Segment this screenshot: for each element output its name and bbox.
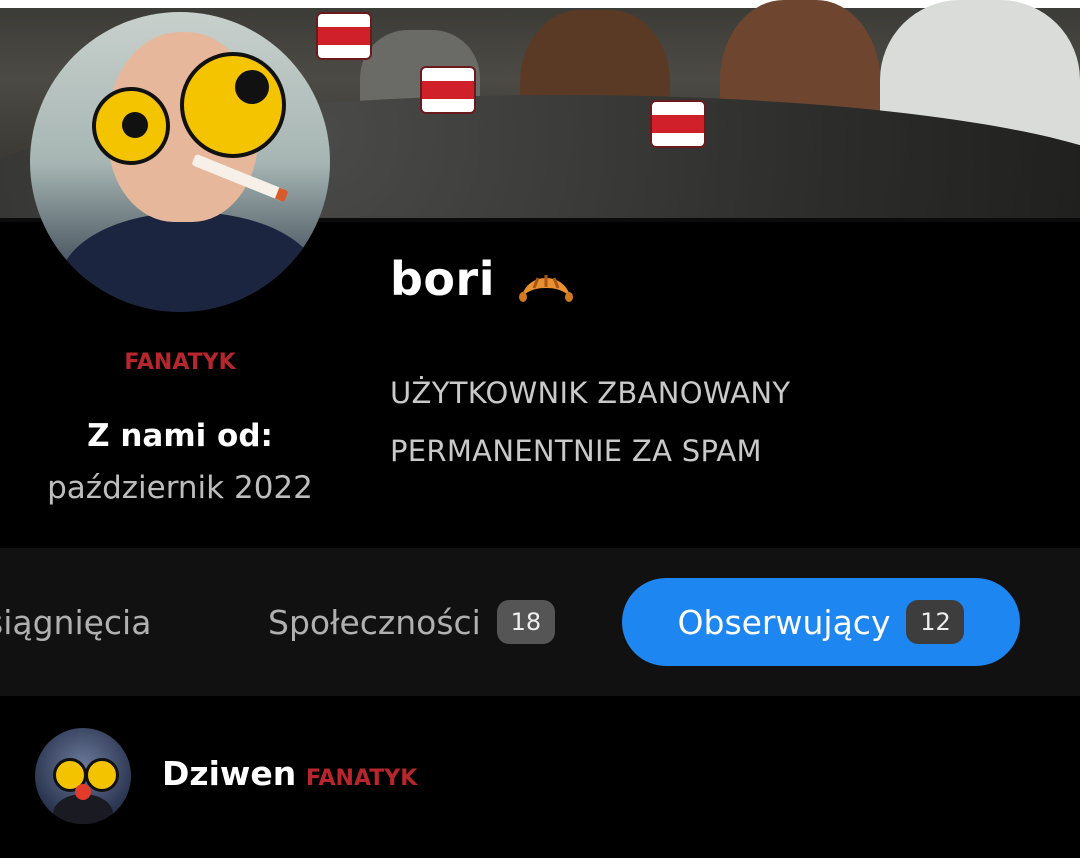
list-item[interactable]: Dziwen FANATYK bbox=[0, 720, 1080, 830]
follower-rank: FANATYK bbox=[306, 766, 418, 791]
cake-sticker bbox=[316, 12, 372, 60]
tab-label: siągnięcia bbox=[0, 602, 152, 642]
croissant-icon bbox=[519, 275, 573, 302]
avatar-eye-right bbox=[180, 52, 286, 158]
avatar[interactable] bbox=[35, 728, 131, 824]
follower-name[interactable]: Dziwen bbox=[162, 754, 296, 793]
cake-sticker bbox=[420, 66, 476, 114]
bio-line: PERMANENTNIE ZA SPAM bbox=[390, 434, 762, 468]
avatar-shirt bbox=[60, 212, 320, 312]
member-since-label: Z nami od: bbox=[87, 418, 273, 454]
avatar-eye-right bbox=[85, 758, 119, 792]
profile-bio: UŻYTKOWNIK ZBANOWANY PERMANENTNIE ZA SPA… bbox=[390, 364, 1030, 480]
profile-rank: FANATYK bbox=[124, 350, 236, 375]
profile-tabs: siągnięcia Społeczności 18 Obserwujący 1… bbox=[0, 548, 1080, 696]
tab-communities[interactable]: Społeczności 18 bbox=[268, 548, 555, 696]
avatar-pupil-left bbox=[122, 112, 148, 138]
banner-top-edge bbox=[0, 0, 1080, 8]
avatar-pupil-right bbox=[235, 70, 269, 104]
tab-label: Obserwujący bbox=[677, 602, 891, 642]
profile-avatar[interactable] bbox=[30, 12, 330, 312]
tab-achievements[interactable]: siągnięcia bbox=[0, 548, 151, 696]
tab-label: Społeczności bbox=[268, 602, 481, 642]
tab-count-badge: 18 bbox=[496, 600, 555, 644]
cake-sticker bbox=[650, 100, 706, 148]
member-since-value: październik 2022 bbox=[47, 470, 313, 506]
profile-username: bori bbox=[390, 252, 495, 306]
avatar-beak bbox=[75, 784, 91, 800]
bio-line: UŻYTKOWNIK ZBANOWANY bbox=[390, 376, 791, 410]
tab-followers[interactable]: Obserwujący 12 bbox=[622, 578, 1020, 666]
tab-count-badge: 12 bbox=[906, 600, 965, 644]
